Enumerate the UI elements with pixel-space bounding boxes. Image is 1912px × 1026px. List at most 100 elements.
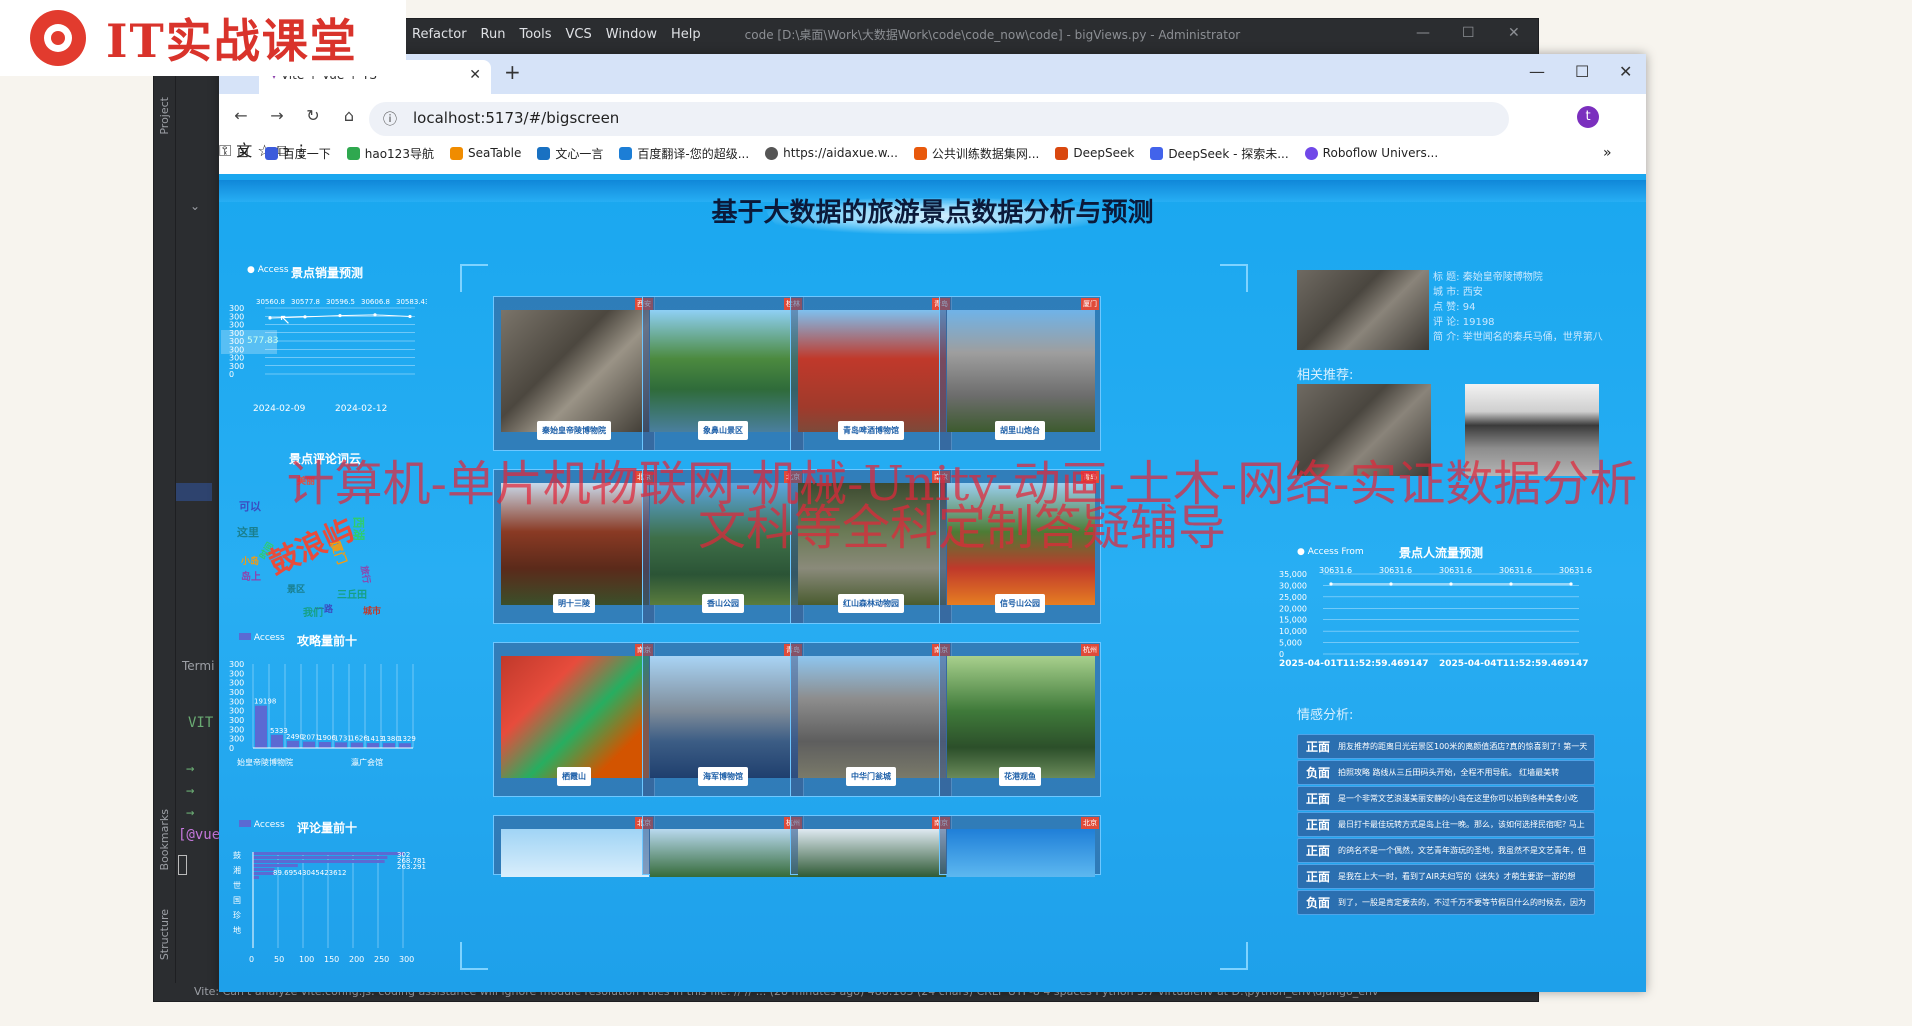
flow-forecast-chart[interactable]: 35,000 30,000 25,000 20,000 15,000 10,000 5,00…	[1279, 566, 1599, 660]
guide-legend[interactable]: Access	[239, 633, 285, 643]
tab-close-icon[interactable]: ✕	[469, 67, 481, 83]
spot-name-button[interactable]: 象鼻山景区	[698, 421, 748, 440]
reload-icon[interactable]: ↻	[295, 106, 331, 125]
spot-card[interactable]: 北京香山公园	[642, 469, 804, 624]
spot-card[interactable]: 杭州	[642, 815, 804, 877]
spot-photo[interactable]	[947, 829, 1095, 877]
spot-photo[interactable]	[947, 483, 1095, 605]
menu-help[interactable]: Help	[671, 27, 701, 42]
profile-avatar[interactable]: t	[1577, 106, 1599, 128]
menu-run[interactable]: Run	[481, 27, 506, 42]
new-tab-icon[interactable]: +	[504, 60, 521, 84]
bookmarks-tool-tab[interactable]: Bookmarks	[158, 809, 171, 870]
spot-photo[interactable]	[798, 483, 946, 605]
spot-photo[interactable]	[650, 310, 798, 432]
spot-photo[interactable]	[501, 656, 649, 778]
spot-card[interactable]: 青岛海军博物馆	[642, 642, 804, 797]
spot-card[interactable]: 西安秦始皇帝陵博物院	[493, 296, 655, 451]
chevron-down-icon[interactable]: ⌄	[190, 199, 200, 213]
spot-photo[interactable]	[947, 656, 1095, 778]
ide-minimize-icon[interactable]: —	[1416, 25, 1430, 41]
related-photo[interactable]	[1297, 384, 1431, 476]
spot-photo[interactable]	[650, 656, 798, 778]
menu-window[interactable]: Window	[606, 27, 657, 42]
spot-card[interactable]: 厦门 胡里山炮台	[939, 296, 1101, 451]
spot-name-button[interactable]: 栖霞山	[557, 767, 591, 786]
home-icon[interactable]: ⌂	[331, 106, 367, 125]
spot-card[interactable]: 南京红山森林动物园	[790, 469, 952, 624]
bookmark-item[interactable]: hao123导航	[346, 145, 434, 162]
forward-icon[interactable]: →	[259, 106, 295, 125]
close-icon[interactable]: ✕	[1619, 62, 1632, 81]
bookmark-item[interactable]: 公共训练数据集网...	[913, 145, 1039, 162]
ide-maximize-icon[interactable]: ☐	[1462, 25, 1475, 41]
spot-name-button[interactable]: 红山森林动物园	[838, 594, 904, 613]
flow-legend[interactable]: ● Access From	[1297, 547, 1364, 557]
spot-card[interactable]: 桂林象鼻山景区	[642, 296, 804, 451]
sentiment-row[interactable]: 正面 是我在上大一时，看到了AIR夫妇写的《迷失》才萌生要游一游的想	[1297, 864, 1595, 889]
bookmark-item[interactable]: https://aidaxue.w...	[765, 146, 898, 160]
detail-photo[interactable]	[1297, 270, 1429, 350]
spot-photo[interactable]	[650, 483, 798, 605]
spot-photo[interactable]	[501, 483, 649, 605]
bookmark-item[interactable]: 文心一言	[537, 145, 603, 162]
spot-name-button[interactable]: 花港观鱼	[999, 767, 1041, 786]
back-icon[interactable]: ←	[223, 106, 259, 125]
spot-photo[interactable]	[650, 829, 798, 877]
sentiment-row[interactable]: 正面 是一个非常文艺浪漫美丽安静的小岛在这里你可以拍到各种美食小吃	[1297, 786, 1595, 811]
menu-vcs[interactable]: VCS	[566, 27, 592, 42]
spot-card[interactable]: 青岛 信号山公园	[939, 469, 1101, 624]
ide-close-icon[interactable]: ✕	[1508, 25, 1520, 41]
bookmark-item[interactable]: Roboflow Univers...	[1304, 146, 1438, 160]
spot-card[interactable]: 南京栖霞山	[493, 642, 655, 797]
sentiment-row[interactable]: 负面 拍照攻略 路线从三丘田码头开始，全程不用导航。 红墙最美转	[1297, 760, 1595, 785]
bookmark-item[interactable]: DeepSeek - 探索未...	[1150, 145, 1289, 162]
bookmark-item[interactable]: DeepSeek	[1055, 146, 1134, 160]
sentiment-row[interactable]: 负面 到了，一股是肯定要去的，不过千万不要等节假日什么的时候去，因为	[1297, 890, 1595, 915]
spot-card[interactable]: 南京中华门瓮城	[790, 642, 952, 797]
spot-card[interactable]: 北京	[493, 815, 655, 877]
spot-photo[interactable]	[947, 310, 1095, 432]
related-photo[interactable]	[1465, 384, 1599, 476]
terminal-tab-label[interactable]: Termi	[182, 659, 214, 673]
spot-name-button[interactable]: 秦始皇帝陵博物院	[537, 421, 611, 440]
comment-top10-chart[interactable]: 0 50 100 150 200 250 300302268.781263.29189.69…	[231, 844, 431, 964]
spot-photo[interactable]	[798, 829, 946, 877]
sentiment-row[interactable]: 正面 最日打卡最佳玩转方式是岛上往一晚。那么，该如何选择民宿呢? 马上	[1297, 812, 1595, 837]
site-info-icon[interactable]: ⓘ	[383, 109, 397, 129]
spot-name-button[interactable]: 海军博物馆	[698, 767, 748, 786]
sales-legend[interactable]: ● Access	[247, 265, 289, 275]
spot-name-button[interactable]: 中华门瓮城	[846, 767, 896, 786]
sentiment-row[interactable]: 正面 的鸽名不是一个偶然，文艺青年游玩的圣地，我虽然不是文艺青年，但	[1297, 838, 1595, 863]
spot-card[interactable]: 北京	[939, 815, 1101, 877]
comment-legend[interactable]: Access	[239, 820, 285, 830]
spot-name-button[interactable]: 胡里山炮台	[995, 421, 1045, 440]
guide-top10-chart[interactable]: 3003003003003003003003003000191985333249…	[227, 656, 427, 756]
spot-photo[interactable]	[798, 656, 946, 778]
spot-name-button[interactable]: 信号山公园	[995, 594, 1045, 613]
bookmark-item[interactable]: 百度翻译-您的超级...	[619, 145, 749, 162]
sentiment-row[interactable]: 正面 朋友推荐的距离日光岩景区100米的离颜值酒店?真的惊喜到了! 第一天	[1297, 734, 1595, 759]
menu-tools[interactable]: Tools	[519, 27, 551, 42]
project-tool-tab[interactable]: Project	[158, 97, 171, 135]
spot-card[interactable]: 北京明十三陵	[493, 469, 655, 624]
maximize-icon[interactable]: ☐	[1575, 62, 1589, 81]
spot-photo[interactable]	[501, 310, 649, 432]
spot-photo[interactable]	[501, 829, 649, 877]
spot-name-button[interactable]: 香山公园	[702, 594, 744, 613]
bookmark-item[interactable]: SeaTable	[449, 146, 521, 160]
spot-name-button[interactable]: 青岛啤酒博物馆	[838, 421, 904, 440]
spot-card[interactable]: 南京	[790, 815, 952, 877]
minimize-icon[interactable]: —	[1529, 62, 1545, 81]
guide-chart-title: 攻略量前十	[297, 634, 358, 648]
menu-refactor[interactable]: Refactor	[412, 27, 467, 42]
spot-name-button[interactable]: 明十三陵	[553, 594, 595, 613]
structure-tool-tab[interactable]: Structure	[158, 909, 171, 960]
apps-grid-icon[interactable]: ⊞	[237, 145, 249, 161]
url-field[interactable]: ⓘ localhost:5173/#/bigscreen	[369, 102, 1509, 136]
spot-photo[interactable]	[798, 310, 946, 432]
spot-card[interactable]: 青岛青岛啤酒博物馆	[790, 296, 952, 451]
bookmarks-overflow-icon[interactable]: »	[1603, 145, 1612, 161]
bookmark-item[interactable]: 百度一下	[264, 145, 331, 162]
spot-card[interactable]: 杭州 花港观鱼	[939, 642, 1101, 797]
